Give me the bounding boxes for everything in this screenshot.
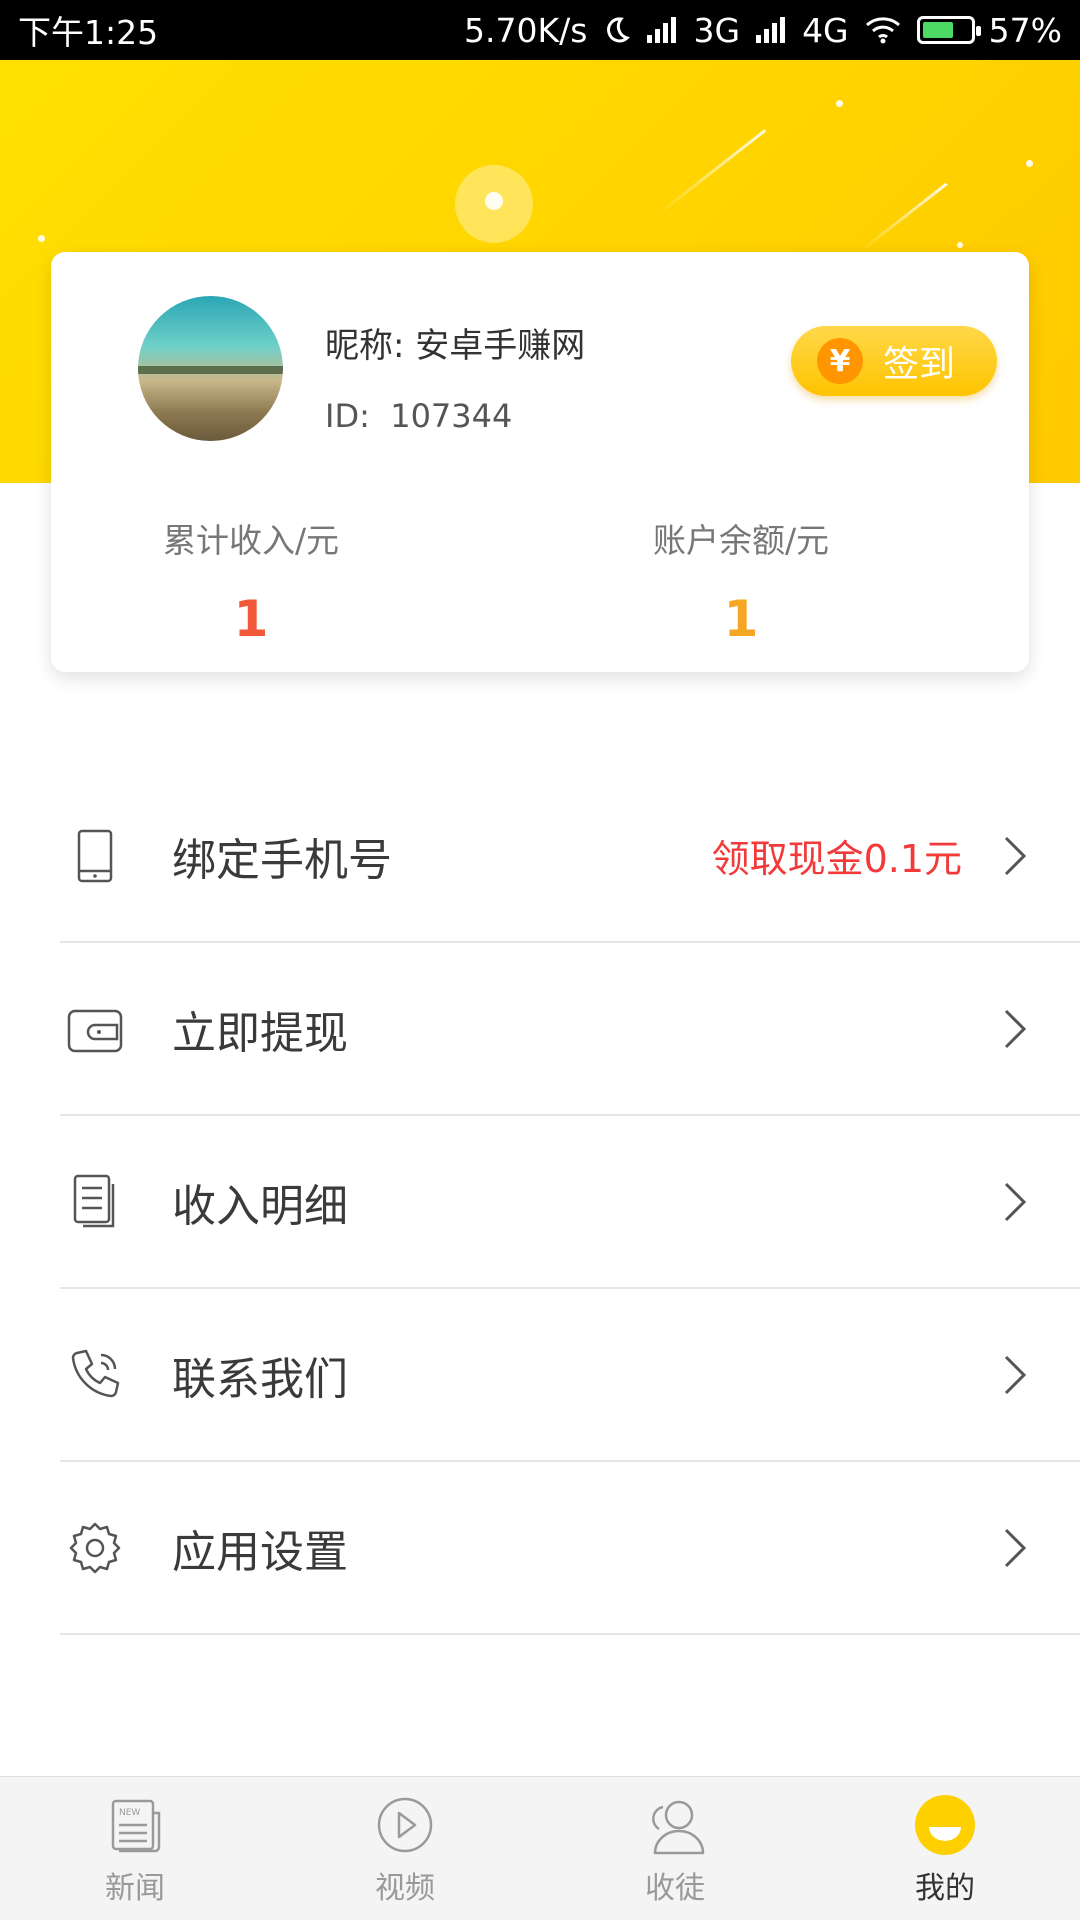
menu-item-label: 应用设置: [172, 1526, 348, 1578]
balance-value: 1: [723, 590, 759, 648]
bind-phone-reward: 领取现金0.1元: [711, 837, 962, 881]
user-id: ID: 107344: [325, 397, 512, 435]
profile-card: 昵称: 安卓手赚网 ID: 107344 ¥ 签到 累计收入/元 1 账户余额/…: [51, 252, 1029, 672]
news-icon: NEW: [103, 1795, 167, 1857]
network-type-1: 3G: [693, 10, 741, 50]
total-income-stat: 累计收入/元 1: [51, 514, 451, 648]
telephone-icon: [65, 1345, 125, 1405]
menu-list: 绑定手机号 领取现金0.1元 立即提现 收入明细 联系我们 应用设置: [0, 770, 1080, 1635]
total-income-value: 1: [233, 590, 269, 648]
chevron-right-icon: [1000, 1180, 1030, 1224]
avatar[interactable]: [138, 296, 283, 441]
status-time: 下午1:25: [18, 13, 159, 52]
nickname: 昵称: 安卓手赚网: [325, 326, 586, 366]
chevron-right-icon: [1000, 1526, 1030, 1570]
nav-tab-mine[interactable]: 我的: [810, 1777, 1080, 1920]
battery-icon: [916, 16, 981, 44]
status-bar: 下午1:25 5.70K/s 3G 4G 57%: [0, 0, 1080, 60]
nav-label: 收徒: [645, 1871, 705, 1906]
signal-icon: [754, 15, 788, 45]
play-icon: [373, 1795, 437, 1857]
network-speed: 5.70K/s: [464, 10, 588, 50]
user-id-value: 107344: [390, 397, 513, 435]
menu-item-label: 绑定手机号: [172, 834, 392, 886]
status-indicators: 5.70K/s 3G 4G 57%: [464, 11, 1062, 50]
profile-icon: [913, 1795, 977, 1857]
gear-icon: [65, 1518, 125, 1578]
nav-tab-recruit[interactable]: 收徒: [540, 1777, 810, 1920]
svg-text:NEW: NEW: [119, 1808, 140, 1818]
signal-icon: [645, 15, 679, 45]
wifi-icon: [863, 15, 903, 45]
balance-stat: 账户余额/元 1: [541, 514, 941, 648]
menu-item-label: 立即提现: [172, 1007, 348, 1059]
menu-item-label: 收入明细: [172, 1180, 348, 1232]
menu-item-app-settings[interactable]: 应用设置: [60, 1462, 1080, 1635]
menu-item-label: 联系我们: [172, 1353, 348, 1405]
page: 下午1:25 5.70K/s 3G 4G 57% 昵称: 安卓手赚网 ID: 1…: [0, 0, 1080, 1920]
users-icon: [643, 1795, 707, 1857]
nav-label: 新闻: [105, 1871, 165, 1906]
network-type-2: 4G: [802, 10, 849, 50]
nav-tab-video[interactable]: 视频: [270, 1777, 540, 1920]
yuan-coin-icon: ¥: [817, 338, 863, 384]
user-id-label: ID:: [325, 397, 370, 435]
menu-item-bind-phone[interactable]: 绑定手机号 领取现金0.1元: [60, 770, 1080, 943]
document-icon: [65, 1172, 125, 1232]
bottom-nav: NEW 新闻 视频 收徒 我的: [0, 1776, 1080, 1920]
nav-label: 我的: [915, 1871, 975, 1906]
chevron-right-icon: [1000, 1007, 1030, 1051]
checkin-label: 签到: [883, 344, 956, 385]
chevron-right-icon: [1000, 1353, 1030, 1397]
chevron-right-icon: [1000, 834, 1030, 878]
balance-label: 账户余额/元: [652, 521, 830, 560]
nav-tab-news[interactable]: NEW 新闻: [0, 1777, 270, 1920]
moon-icon: [601, 15, 631, 45]
menu-item-withdraw[interactable]: 立即提现: [60, 943, 1080, 1116]
menu-item-contact-us[interactable]: 联系我们: [60, 1289, 1080, 1462]
menu-item-income-detail[interactable]: 收入明细: [60, 1116, 1080, 1289]
nav-label: 视频: [375, 1871, 435, 1906]
phone-icon: [65, 826, 125, 886]
checkin-button[interactable]: ¥ 签到: [791, 326, 997, 396]
total-income-label: 累计收入/元: [162, 521, 340, 560]
wallet-icon: [65, 999, 125, 1059]
battery-level: 57%: [988, 10, 1062, 50]
